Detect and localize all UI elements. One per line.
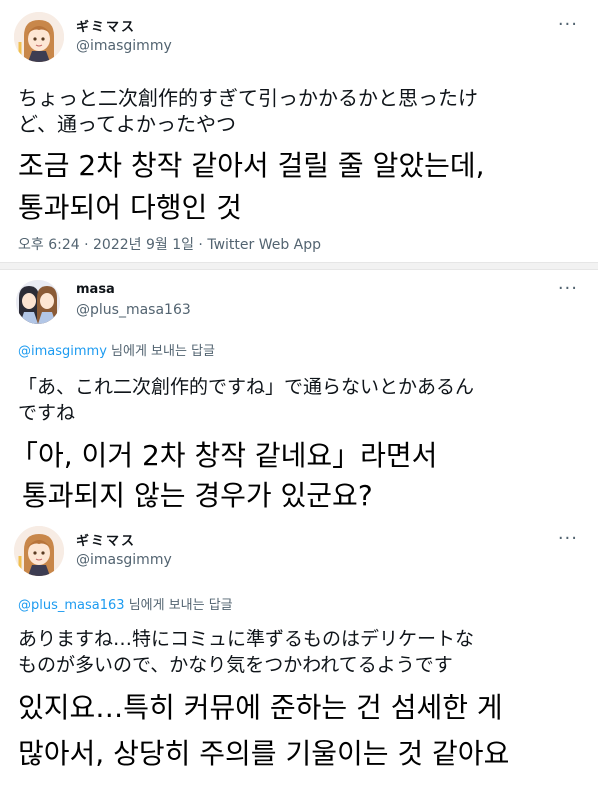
user-handle[interactable]: @imasgimmy — [76, 552, 172, 568]
translation-line-1: 조금 2차 창작 같아서 걸릴 줄 알았는데, — [18, 149, 485, 182]
translation-line-2: 많아서, 상당히 주의를 기울이는 것 같아요 — [18, 737, 510, 770]
user-handle[interactable]: @imasgimmy — [76, 38, 172, 54]
tweet-text-line-2: ものが多いので、かなり気をつかわれてるようです — [18, 654, 453, 676]
reply-mention-link[interactable]: @plus_masa163 — [18, 598, 125, 613]
avatar-image — [16, 280, 60, 324]
avatar[interactable] — [14, 12, 64, 62]
reply-label: 님에게 보내는 답글 — [106, 344, 215, 359]
tweet-text-line-2: ですね — [18, 402, 76, 424]
tweet-text-line-2: ど、通ってよかったやつ — [18, 112, 236, 136]
reply-mention-link[interactable]: @imasgimmy — [18, 344, 107, 359]
divider — [0, 262, 598, 270]
timestamp[interactable]: 오후 6:24 · 2022년 9월 1일 · Twitter Web App — [18, 234, 321, 254]
tweet-3: ギミマス @imasgimmy ··· @plus_masa163 님에게 보내… — [0, 512, 598, 786]
translation-line-2: 통과되어 다행인 것 — [18, 191, 242, 224]
more-options-icon[interactable]: ··· — [558, 280, 578, 298]
reply-label: 님에게 보내는 답글 — [124, 598, 233, 613]
display-name[interactable]: ギミマス — [76, 16, 136, 35]
more-options-icon[interactable]: ··· — [558, 16, 578, 34]
avatar-image — [14, 526, 64, 576]
translation-line-1: 있지요…특히 커뮤에 준하는 건 섬세한 게 — [18, 691, 503, 724]
translation-line-2: 통과되지 않는 경우가 있군요? — [22, 479, 373, 512]
tweet-text-line-1: ちょっと二次創作的すぎて引っかかるかと思ったけ — [18, 86, 478, 110]
display-name[interactable]: ギミマス — [76, 530, 136, 549]
reply-context: @plus_masa163 님에게 보내는 답글 — [18, 594, 233, 613]
more-options-icon[interactable]: ··· — [558, 530, 578, 548]
tweet-text-line-1: ありますね…特にコミュに準ずるものはデリケートな — [18, 628, 475, 650]
tweet-1: ギミマス @imasgimmy ··· ちょっと二次創作的すぎて引っかかるかと思… — [0, 0, 598, 262]
user-handle[interactable]: @plus_masa163 — [76, 302, 191, 318]
translation-line-1: 「아, 이거 2차 창작 같네요」라면서 — [10, 439, 438, 472]
avatar-image — [14, 12, 64, 62]
reply-context: @imasgimmy 님에게 보내는 답글 — [18, 340, 215, 359]
tweet-text-line-1: 「あ、これ二次創作的ですね」で通らないとかあるん — [18, 376, 475, 398]
avatar[interactable] — [14, 526, 64, 576]
display-name[interactable]: masa — [76, 282, 115, 297]
avatar[interactable] — [16, 280, 60, 324]
tweet-2: masa @plus_masa163 ··· @imasgimmy 님에게 보내… — [0, 270, 598, 512]
